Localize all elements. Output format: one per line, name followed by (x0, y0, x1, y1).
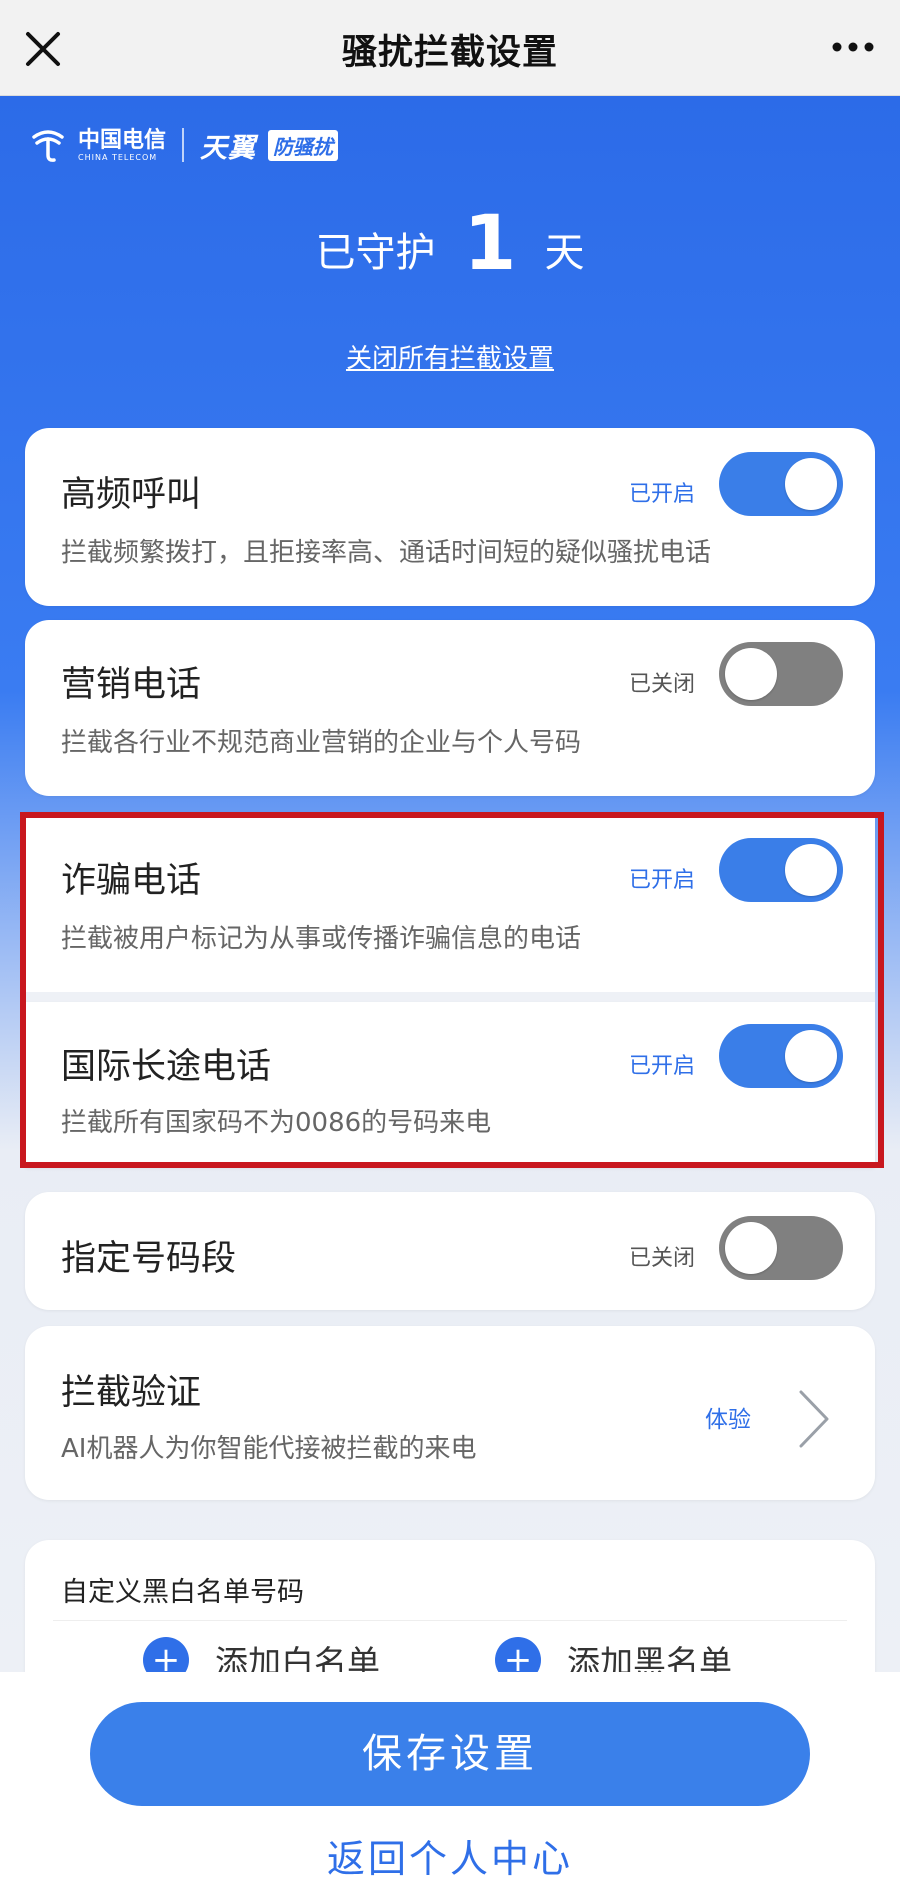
divider (53, 1620, 847, 1621)
carrier-name: 中国电信 (78, 126, 167, 153)
setting-description: AI机器人为你智能代接被拦截的来电 (61, 1434, 477, 1464)
china-telecom-logo-icon (32, 130, 64, 162)
guard-days-display: 已守护 1 天 (0, 205, 900, 281)
setting-description: 拦截被用户标记为从事或传播诈骗信息的电话 (61, 924, 582, 954)
close-all-settings-link[interactable]: 关闭所有拦截设置 (0, 338, 900, 375)
toggle-knob (785, 844, 837, 896)
back-to-profile-link[interactable]: 返回个人中心 (0, 1828, 900, 1883)
setting-status: 已开启 (628, 1054, 695, 1079)
bottom-action-bar: 保存设置 返回个人中心 (0, 1672, 900, 1894)
save-settings-button[interactable]: 保存设置 (90, 1702, 810, 1806)
card-gap (25, 992, 875, 1002)
setting-title: 国际长途电话 (61, 1047, 272, 1087)
guard-days-count: 1 (463, 198, 517, 287)
setting-status: 已开启 (628, 482, 695, 507)
fraud-toggle[interactable] (719, 838, 843, 902)
intercept-verify-card[interactable]: 拦截验证 AI机器人为你智能代接被拦截的来电 体验 (25, 1326, 875, 1500)
toggle-knob (725, 648, 777, 700)
setting-card-number-range: 指定号码段 已关闭 (25, 1192, 875, 1310)
setting-title: 诈骗电话 (61, 861, 202, 901)
toggle-knob (785, 1030, 837, 1082)
toggle-knob (725, 1222, 777, 1274)
number-range-toggle[interactable] (719, 1216, 843, 1280)
guard-suffix: 天 (544, 230, 585, 276)
setting-title: 营销电话 (61, 665, 202, 705)
setting-description: 拦截各行业不规范商业营销的企业与个人号码 (61, 728, 582, 758)
high-frequency-toggle[interactable] (719, 452, 843, 516)
setting-description: 拦截所有国家码不为0086的号码来电 (61, 1108, 492, 1138)
toggle-knob (785, 458, 837, 510)
page-title: 骚扰拦截设置 (341, 33, 558, 73)
setting-card-fraud: 诈骗电话 已开启 拦截被用户标记为从事或传播诈骗信息的电话 (25, 812, 875, 992)
app-top-bar: 骚扰拦截设置 (0, 0, 900, 96)
product-subtitle: 防骚扰 (268, 129, 339, 161)
setting-status: 已开启 (628, 868, 695, 893)
brand-logo: 中国电信 CHINA TELECOM 天翼 防骚扰 (28, 122, 339, 168)
marketing-toggle[interactable] (719, 642, 843, 706)
brand-divider (182, 128, 185, 162)
setting-status: 已关闭 (628, 672, 695, 697)
setting-title: 高频呼叫 (61, 475, 202, 515)
setting-status: 已关闭 (628, 1246, 695, 1271)
more-options-icon[interactable] (828, 30, 878, 64)
setting-card-international: 国际长途电话 已开启 拦截所有国家码不为0086的号码来电 (25, 1002, 875, 1168)
setting-card-high-frequency: 高频呼叫 已开启 拦截频繁拨打，且拒接率高、通话时间短的疑似骚扰电话 (25, 428, 875, 606)
setting-description: 拦截频繁拨打，且拒接率高、通话时间短的疑似骚扰电话 (61, 538, 712, 568)
setting-card-marketing: 营销电话 已关闭 拦截各行业不规范商业营销的企业与个人号码 (25, 620, 875, 796)
product-name: 天翼 (200, 132, 257, 164)
international-toggle[interactable] (719, 1024, 843, 1088)
carrier-name-en: CHINA TELECOM (78, 152, 158, 162)
custom-list-title: 自定义黑白名单号码 (61, 1577, 304, 1608)
setting-title: 拦截验证 (61, 1373, 202, 1413)
setting-title: 指定号码段 (61, 1239, 237, 1279)
guard-prefix: 已守护 (315, 230, 436, 276)
try-link[interactable]: 体验 (705, 1400, 751, 1434)
chevron-right-icon[interactable] (797, 1388, 831, 1450)
